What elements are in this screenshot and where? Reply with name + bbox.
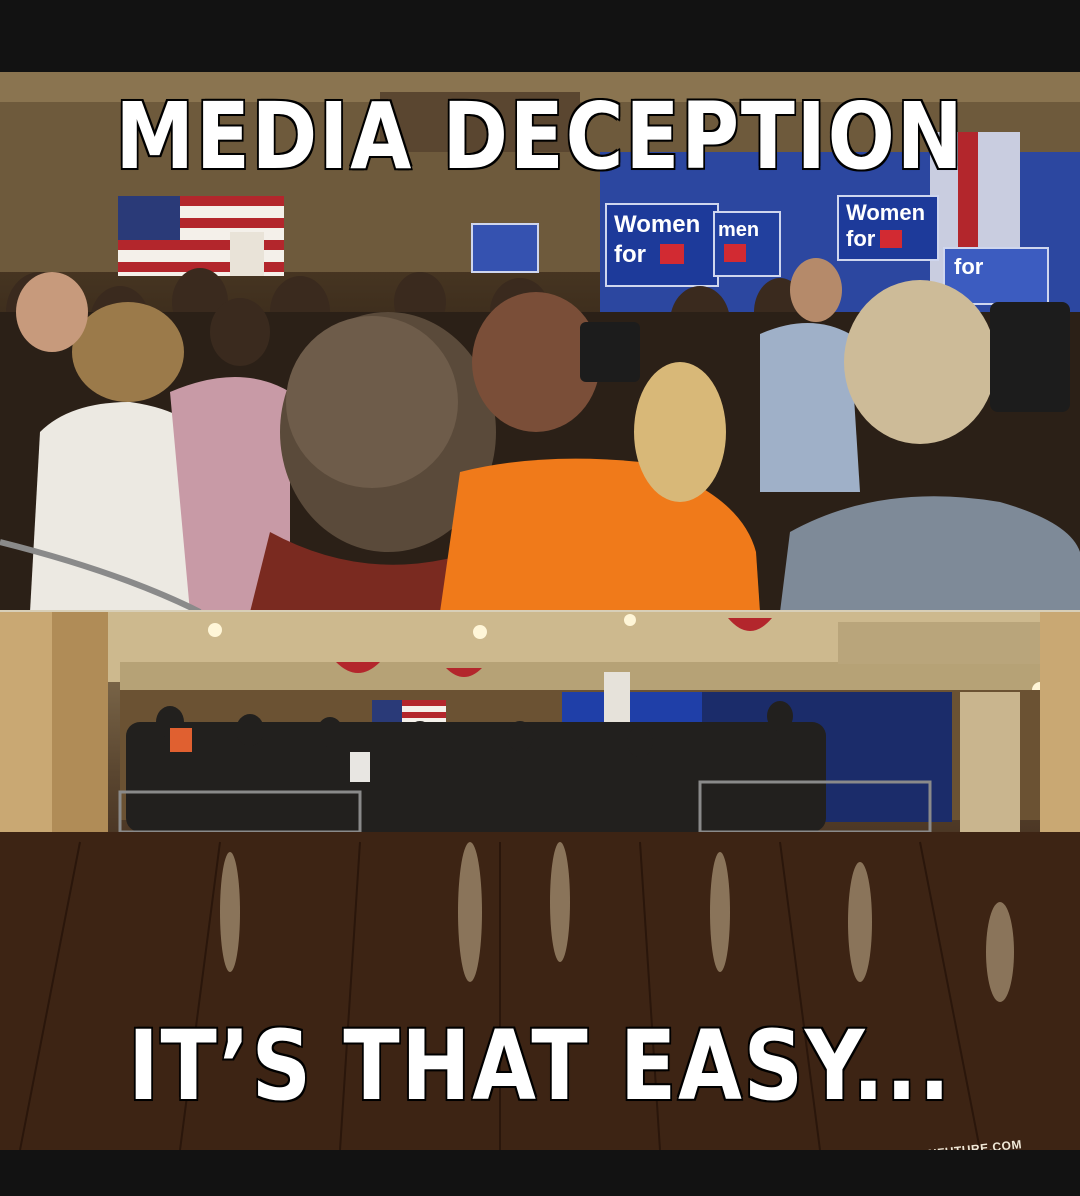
screen-frame: Women for men Women for for MEDIA DECEPT… xyxy=(0,0,1080,1196)
second-women-sign: men xyxy=(713,211,781,277)
sign-2-line-1: men xyxy=(718,219,759,241)
third-women-sign: Women for xyxy=(837,195,939,261)
bottom-caption: IT’S THAT EASY... xyxy=(127,1009,952,1124)
small-blue-sign xyxy=(471,223,539,273)
top-caption: MEDIA DECEPTION xyxy=(114,82,965,192)
woman-hair xyxy=(72,302,184,402)
white-sign xyxy=(230,232,264,276)
video-camera xyxy=(990,302,1070,412)
sign-3-line-1: Women xyxy=(846,200,925,225)
camera xyxy=(580,322,640,382)
women-for-hillary-sign: Women for xyxy=(605,203,719,287)
sign-3-line-2: for xyxy=(846,226,876,251)
sign-4-line-1: for xyxy=(954,254,984,279)
sign-1-line-1: Women xyxy=(614,211,700,238)
sign-1-line-2: for xyxy=(614,241,646,268)
meme-image: Women for men Women for for MEDIA DECEPT… xyxy=(0,72,1080,1150)
grey-haired-man-head xyxy=(844,280,996,444)
